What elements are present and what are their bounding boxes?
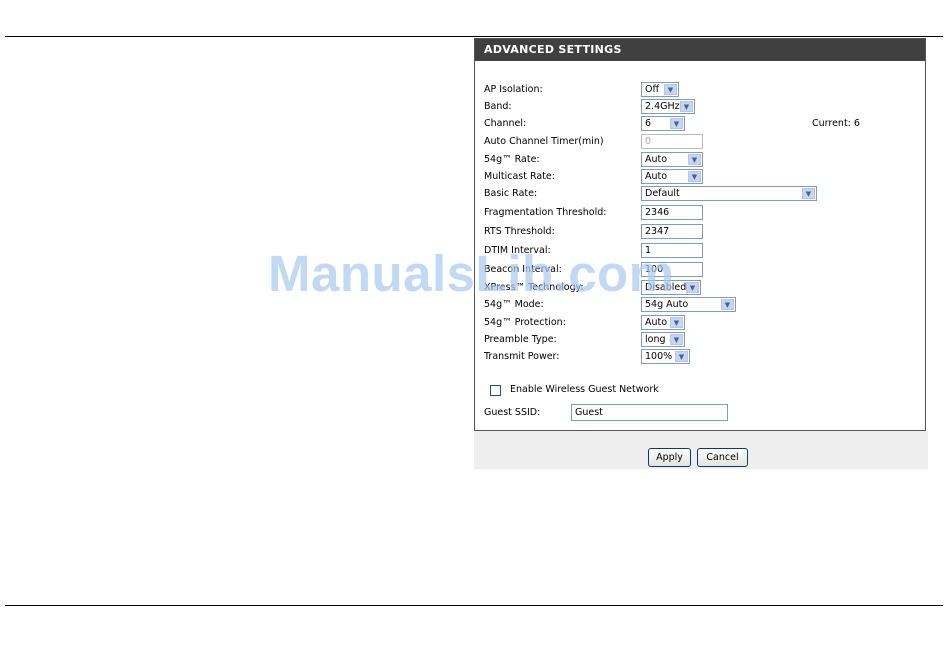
fragmentation-threshold-input[interactable]: 2346 bbox=[641, 205, 703, 220]
bottom-rule bbox=[5, 605, 943, 606]
watermark-text: ManualsLib.com bbox=[268, 245, 675, 302]
top-rule bbox=[5, 36, 943, 37]
auto-channel-timer-input[interactable]: 0 bbox=[641, 134, 703, 149]
fragmentation-threshold-label: Fragmentation Threshold: bbox=[484, 207, 607, 218]
chevron-down-icon: ▼ bbox=[688, 154, 701, 165]
channel-value: 6 bbox=[645, 118, 652, 129]
preamble-type-select[interactable]: long ▼ bbox=[641, 332, 685, 347]
rts-threshold-input[interactable]: 2347 bbox=[641, 224, 703, 239]
chevron-down-icon: ▼ bbox=[802, 188, 815, 199]
channel-label: Channel: bbox=[484, 118, 527, 129]
auto-channel-timer-label: Auto Channel Timer(min) bbox=[484, 136, 604, 147]
guest-ssid-label: Guest SSID: bbox=[484, 407, 541, 418]
cancel-button[interactable]: Cancel bbox=[697, 448, 748, 467]
basic-rate-value: Default bbox=[645, 188, 680, 199]
54g-protection-label: 54g™ Protection: bbox=[484, 317, 566, 328]
54g-protection-select[interactable]: Auto ▼ bbox=[641, 315, 685, 330]
rts-threshold-label: RTS Threshold: bbox=[484, 226, 555, 237]
band-value: 2.4GHz bbox=[645, 101, 680, 112]
ap-isolation-label: AP Isolation: bbox=[484, 84, 543, 95]
multicast-rate-value: Auto bbox=[645, 171, 668, 182]
apply-button[interactable]: Apply bbox=[648, 448, 691, 467]
54g-rate-value: Auto bbox=[645, 154, 668, 165]
chevron-down-icon: ▼ bbox=[721, 299, 734, 310]
multicast-rate-select[interactable]: Auto ▼ bbox=[641, 169, 703, 184]
preamble-type-label: Preamble Type: bbox=[484, 334, 557, 345]
ap-isolation-value: Off bbox=[645, 84, 660, 95]
54g-rate-select[interactable]: Auto ▼ bbox=[641, 152, 703, 167]
54g-protection-value: Auto bbox=[645, 317, 668, 328]
button-bar: Apply Cancel bbox=[474, 431, 928, 469]
band-label: Band: bbox=[484, 101, 512, 112]
transmit-power-value: 100% bbox=[645, 351, 673, 362]
channel-select[interactable]: 6 ▼ bbox=[641, 116, 685, 131]
chevron-down-icon: ▼ bbox=[670, 317, 683, 328]
enable-guest-network-label: Enable Wireless Guest Network bbox=[510, 384, 659, 395]
panel-title: ADVANCED SETTINGS bbox=[475, 39, 925, 61]
enable-guest-network-checkbox[interactable] bbox=[490, 385, 501, 396]
multicast-rate-label: Multicast Rate: bbox=[484, 171, 555, 182]
chevron-down-icon: ▼ bbox=[670, 334, 683, 345]
basic-rate-label: Basic Rate: bbox=[484, 188, 538, 199]
basic-rate-select[interactable]: Default ▼ bbox=[641, 186, 817, 201]
transmit-power-select[interactable]: 100% ▼ bbox=[641, 349, 690, 364]
ap-isolation-select[interactable]: Off ▼ bbox=[641, 82, 679, 97]
chevron-down-icon: ▼ bbox=[670, 118, 683, 129]
54g-rate-label: 54g™ Rate: bbox=[484, 154, 540, 165]
band-select[interactable]: 2.4GHz ▼ bbox=[641, 99, 695, 114]
chevron-down-icon: ▼ bbox=[675, 351, 688, 362]
transmit-power-label: Transmit Power: bbox=[484, 351, 560, 362]
chevron-down-icon: ▼ bbox=[664, 84, 677, 95]
preamble-type-value: long bbox=[645, 334, 666, 345]
chevron-down-icon: ▼ bbox=[688, 171, 701, 182]
guest-ssid-input[interactable]: Guest bbox=[571, 404, 728, 421]
chevron-down-icon: ▼ bbox=[686, 282, 699, 293]
advanced-settings-panel: ADVANCED SETTINGS AP Isolation: Off ▼ Ba… bbox=[474, 38, 926, 431]
chevron-down-icon: ▼ bbox=[680, 101, 693, 112]
current-channel-text: Current: 6 bbox=[812, 118, 860, 129]
